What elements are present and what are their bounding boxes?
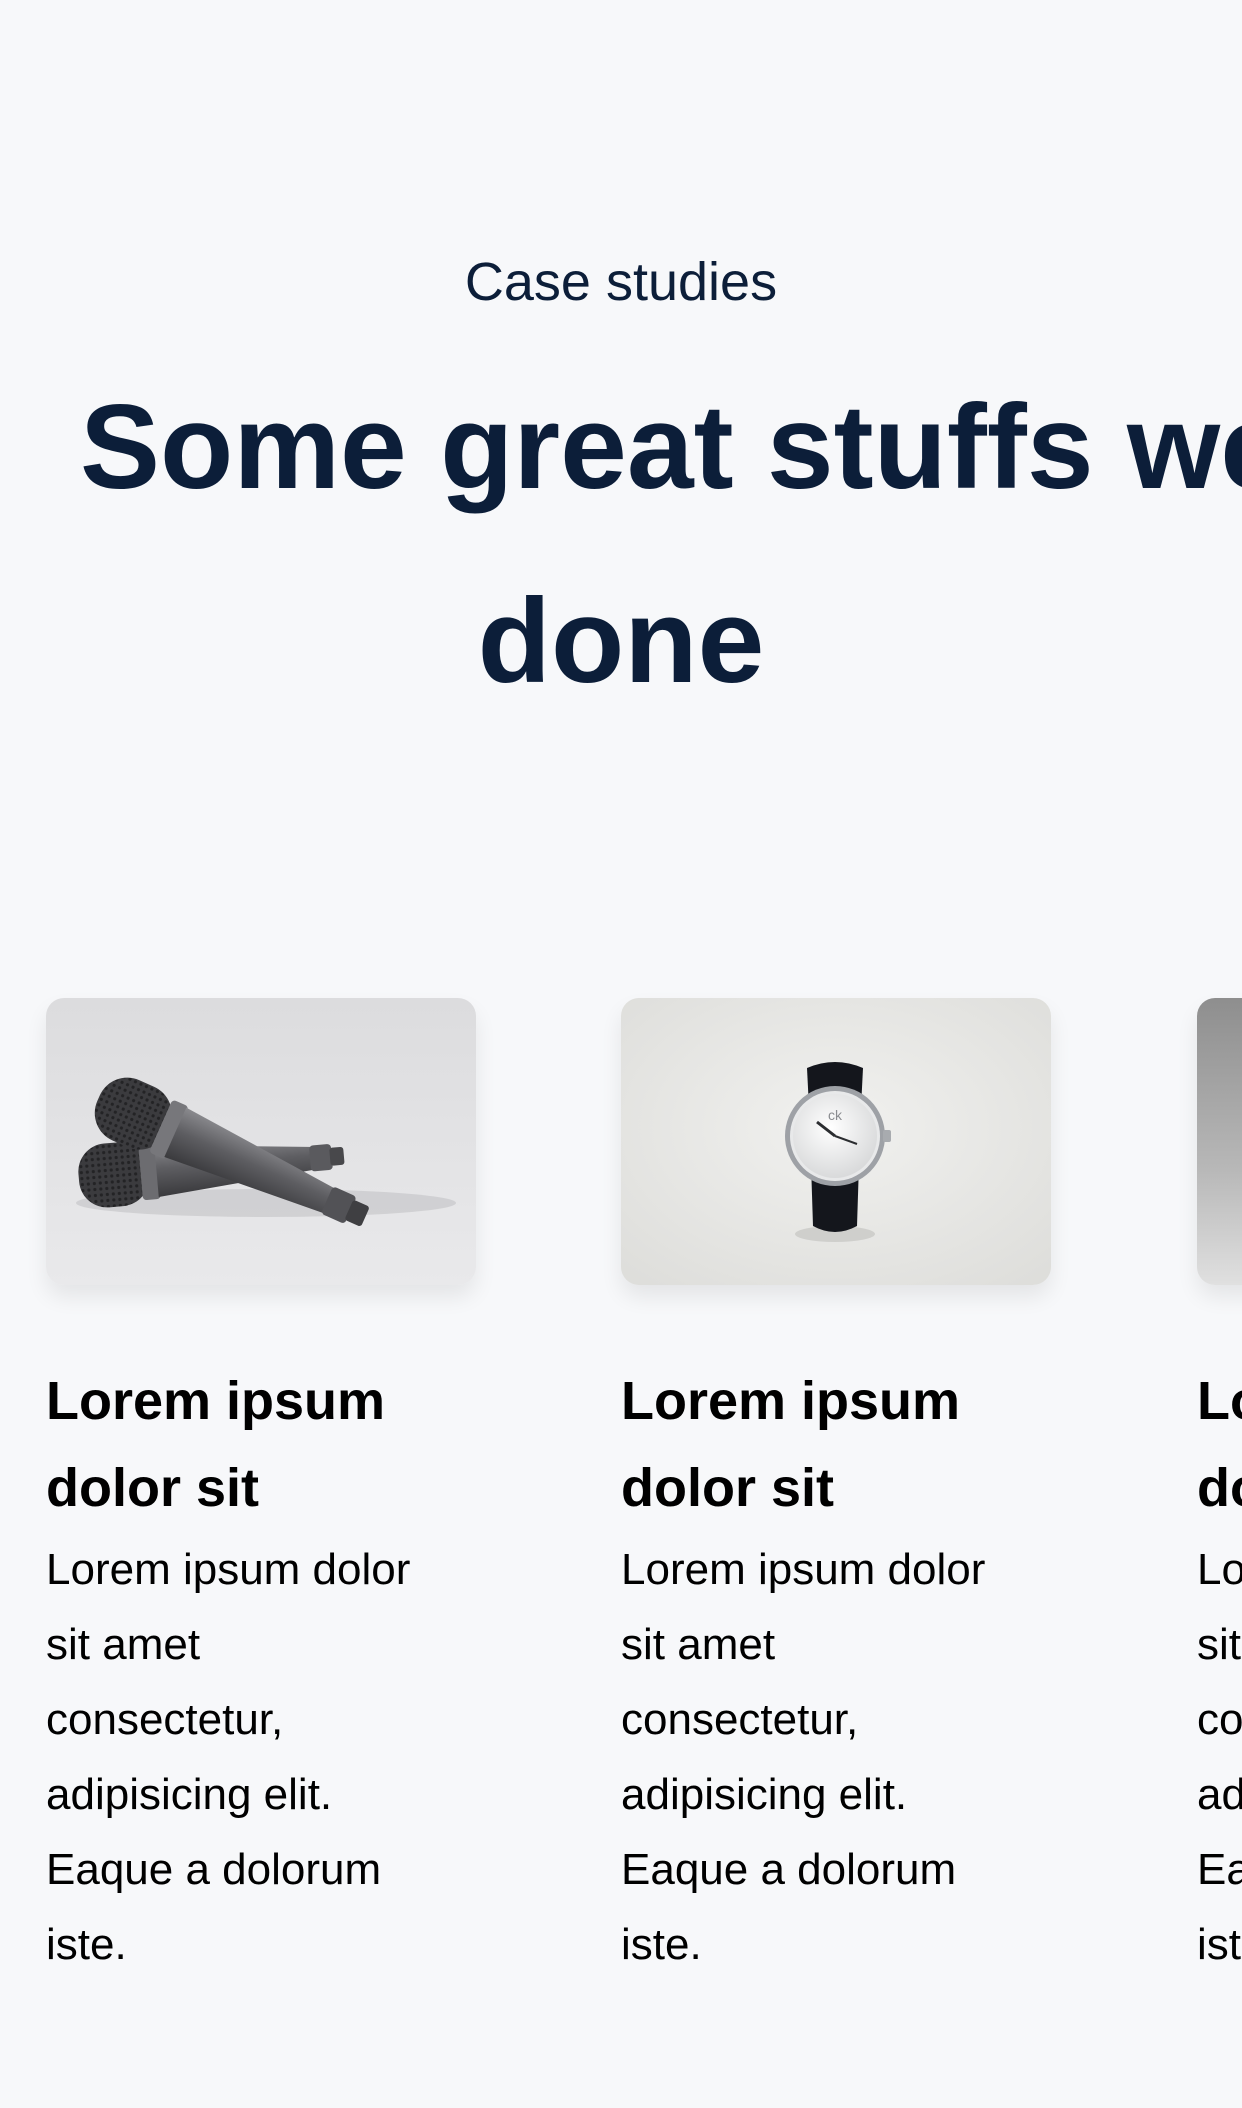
card-text-line: iste. (621, 1920, 702, 1969)
card-text-line: adipisicing elit. (621, 1770, 908, 1819)
card-title-line[interactable]: dolor sit (46, 1445, 476, 1532)
case-study-card[interactable]: Lorem ipsum dolor sit Lorem ipsum dolor … (1197, 998, 1242, 1982)
microphones-image[interactable] (46, 998, 476, 1285)
section-eyebrow: Case studies (464, 252, 778, 312)
card-text-line: sit amet (1197, 1620, 1242, 1669)
card-text-line: consectetur, (1197, 1695, 1242, 1744)
card-text-line: Eaque a dolorum (46, 1845, 382, 1894)
card-description: Lorem ipsum dolor sit amet consectetur, … (46, 1532, 466, 1982)
card-text-line: consectetur, (46, 1695, 284, 1744)
card-title[interactable]: Lorem ipsum dolor sit (46, 1358, 476, 1532)
card-text-line: Lorem ipsum dolor (621, 1545, 986, 1594)
card-description: Lorem ipsum dolor sit amet consectetur, … (621, 1532, 1041, 1982)
product-image[interactable] (1197, 998, 1242, 1285)
card-text-line: Eaque a dolorum (1197, 1845, 1242, 1894)
svg-text:ck: ck (828, 1107, 843, 1123)
card-text-line: iste. (1197, 1920, 1242, 1969)
card-text-line: sit amet (46, 1620, 201, 1669)
card-text-line: consectetur, (621, 1695, 859, 1744)
card-title-line[interactable]: Lorem ipsum (1197, 1358, 1242, 1445)
case-study-card[interactable]: Lorem ipsum dolor sit Lorem ipsum dolor … (46, 998, 476, 1982)
card-text-line: sit amet (621, 1620, 776, 1669)
card-title[interactable]: Lorem ipsum dolor sit (1197, 1358, 1242, 1532)
card-text-line: iste. (46, 1920, 127, 1969)
wristwatch-image[interactable]: ck (621, 998, 1051, 1285)
card-text-line: Lorem ipsum dolor (1197, 1545, 1242, 1594)
heading-line-2: done (477, 574, 765, 708)
card-text-line: adipisicing elit. (1197, 1770, 1242, 1819)
card-description: Lorem ipsum dolor sit amet consectetur, … (1197, 1532, 1242, 1982)
card-title-line[interactable]: dolor sit (1197, 1445, 1242, 1532)
card-title-line[interactable]: dolor sit (621, 1445, 1051, 1532)
card-title-line[interactable]: Lorem ipsum (46, 1358, 476, 1445)
section-heading: Some great stuffs we've done (0, 350, 1242, 738)
heading-line-1: Some great stuffs we've (80, 380, 1242, 514)
case-study-card[interactable]: ck Lorem ipsum dolor sit Lorem ipsum dol… (621, 998, 1051, 1982)
card-text-line: adipisicing elit. (46, 1770, 333, 1819)
card-text-line: Lorem ipsum dolor (46, 1545, 411, 1594)
case-studies-section: Case studies Some great stuffs we've don… (0, 0, 1242, 2108)
card-title-line[interactable]: Lorem ipsum (621, 1358, 1051, 1445)
card-text-line: Eaque a dolorum (621, 1845, 957, 1894)
card-title[interactable]: Lorem ipsum dolor sit (621, 1358, 1051, 1532)
